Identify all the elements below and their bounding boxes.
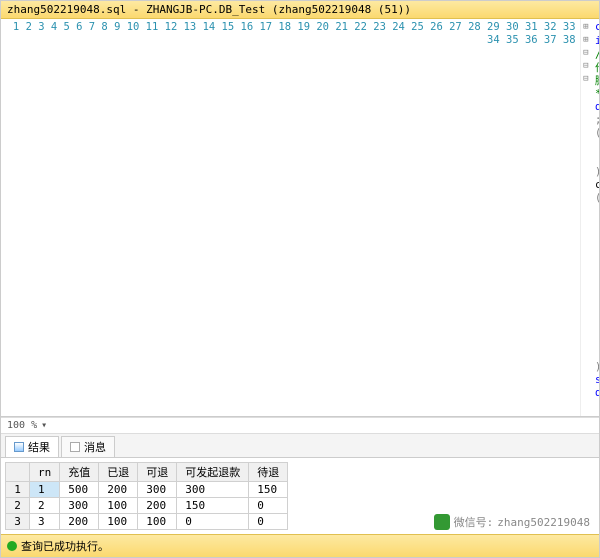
zoom-level: 100 % — [7, 420, 37, 431]
table-row[interactable]: 3320010010000 — [6, 514, 288, 530]
fold-column[interactable]: ⊞ ⊞ ⊟ ⊟ ⊟ — [581, 19, 591, 416]
window-title: zhang502219048.sql - ZHANGJB-PC.DB_Test … — [1, 1, 599, 19]
line-gutter: 1 2 3 4 5 6 7 8 9 10 11 12 13 14 15 16 1… — [1, 19, 581, 416]
zoom-bar: 100 % ▾ — [1, 417, 599, 434]
sql-editor[interactable]: 1 2 3 4 5 6 7 8 9 10 11 12 13 14 15 16 1… — [1, 19, 599, 417]
tab-results[interactable]: 结果 — [5, 436, 59, 457]
result-table[interactable]: rn充值已退可退可发起退款待退1150020030030015022300100… — [5, 462, 288, 530]
result-tabs: 结果 消息 — [1, 434, 599, 458]
status-bar: 查询已成功执行。 — [1, 534, 599, 557]
table-row[interactable]: 11500200300300150 — [6, 482, 288, 498]
grid-icon — [14, 442, 24, 452]
tab-messages[interactable]: 消息 — [61, 436, 115, 457]
success-icon — [7, 541, 17, 551]
wechat-icon — [434, 514, 450, 530]
messages-icon — [70, 442, 80, 452]
table-row[interactable]: 223001002001500 — [6, 498, 288, 514]
code-area[interactable]: create table #t...insert into #t(充值, 已退,… — [591, 19, 599, 416]
zoom-dropdown-icon[interactable]: ▾ — [41, 420, 47, 431]
status-text: 查询已成功执行。 — [21, 538, 109, 554]
watermark: 微信号:zhang502219048 — [434, 514, 590, 530]
